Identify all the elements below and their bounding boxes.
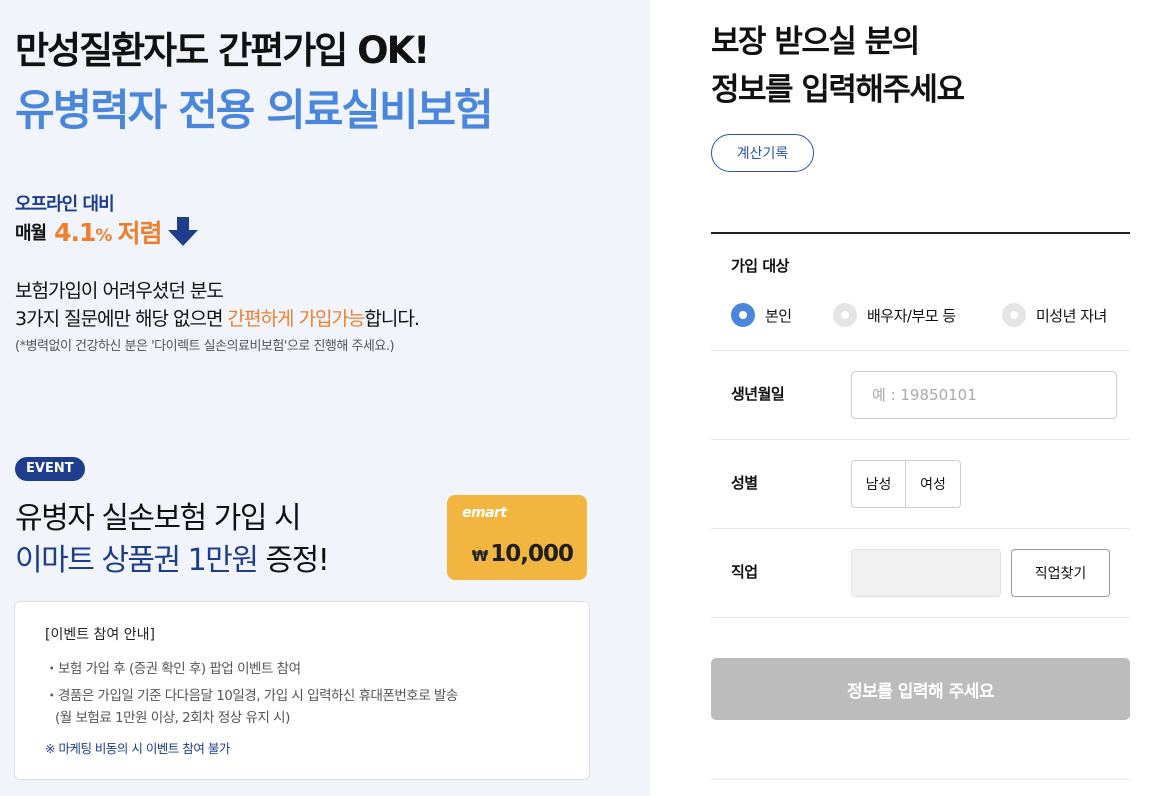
divider	[711, 350, 1130, 351]
discount-percent: 4.1%	[54, 217, 112, 247]
radio-unselected-icon	[833, 303, 857, 327]
divider	[711, 232, 1130, 234]
hero-headline: 만성질환자도 간편가입 OK!	[15, 29, 430, 72]
description-highlight: 간편하게 가입가능	[227, 308, 366, 330]
divider	[711, 528, 1130, 529]
form-title: 보장 받으실 분의 정보를 입력해주세요	[711, 24, 965, 108]
birth-label: 생년월일	[731, 385, 785, 403]
description-line1: 보험가입이 어려우셨던 분도	[15, 280, 224, 302]
event-warning: ※ 마케팅 비동의 시 이벤트 참여 불가	[45, 741, 230, 756]
divider	[711, 439, 1130, 440]
radio-self[interactable]: 본인	[731, 303, 792, 327]
birthdate-input[interactable]	[851, 371, 1117, 419]
offline-compare-label: 오프라인 대비	[15, 194, 115, 215]
gift-card: emart ₩10,000	[447, 495, 587, 580]
event-info-box: [이벤트 참여 안내] ・보험 가입 후 (증권 확인 후) 팝업 이벤트 참여…	[14, 601, 590, 780]
job-label: 직업	[731, 563, 758, 581]
radio-selected-icon	[731, 303, 755, 327]
description-note: (*병력없이 건강하신 분은 '다이렉트 실손의료비보험'으로 진행해 주세요.…	[15, 339, 395, 354]
event-info-subitem: (월 보험료 1만원 이상, 2회차 정상 유지 시)	[55, 710, 290, 726]
promo-panel: 만성질환자도 간편가입 OK! 유병력자 전용 의료실비보험 오프라인 대비 매…	[0, 0, 650, 796]
input-form-panel: 보장 받으실 분의 정보를 입력해주세요 계산기록 가입 대상 본인 배우자/부…	[650, 0, 1174, 796]
monthly-label: 매월	[15, 223, 47, 244]
emart-logo: emart	[462, 505, 507, 521]
event-info-item: ・경품은 가입일 기준 다다음달 10일경, 가입 시 입력하신 휴대폰번호로 …	[45, 688, 458, 704]
down-arrow-icon	[168, 217, 199, 246]
job-field[interactable]	[851, 549, 1001, 597]
cheaper-label: 저렴	[117, 219, 162, 248]
gender-label: 성별	[731, 474, 758, 492]
radio-minor-child[interactable]: 미성년 자녀	[1002, 303, 1107, 327]
gender-male-button[interactable]: 남성	[851, 460, 906, 508]
radio-spouse-parent[interactable]: 배우자/부모 등	[833, 303, 956, 327]
gift-amount: ₩10,000	[471, 541, 574, 567]
description-line2: 3가지 질문에만 해당 없으면 간편하게 가입가능합니다.	[15, 308, 420, 330]
gender-female-button[interactable]: 여성	[906, 460, 961, 508]
event-line2: 이마트 상품권 1만원 증정!	[15, 543, 330, 578]
gender-toggle: 남성 여성	[851, 460, 961, 508]
target-label: 가입 대상	[731, 257, 789, 275]
event-badge: EVENT	[15, 457, 85, 481]
radio-unselected-icon	[1002, 303, 1026, 327]
divider	[711, 617, 1130, 618]
divider	[711, 779, 1130, 780]
discount-line: 매월 4.1% 저렴	[15, 214, 199, 250]
submit-button[interactable]: 정보를 입력해 주세요	[711, 658, 1130, 720]
hero-subheadline: 유병력자 전용 의료실비보험	[15, 86, 494, 136]
event-info-item: ・보험 가입 후 (증권 확인 후) 팝업 이벤트 참여	[45, 661, 301, 677]
event-info-title: [이벤트 참여 안내]	[45, 627, 155, 643]
calc-history-button[interactable]: 계산기록	[711, 134, 814, 172]
event-line1: 유병자 실손보험 가입 시	[15, 501, 302, 536]
find-job-button[interactable]: 직업찾기	[1011, 549, 1110, 597]
